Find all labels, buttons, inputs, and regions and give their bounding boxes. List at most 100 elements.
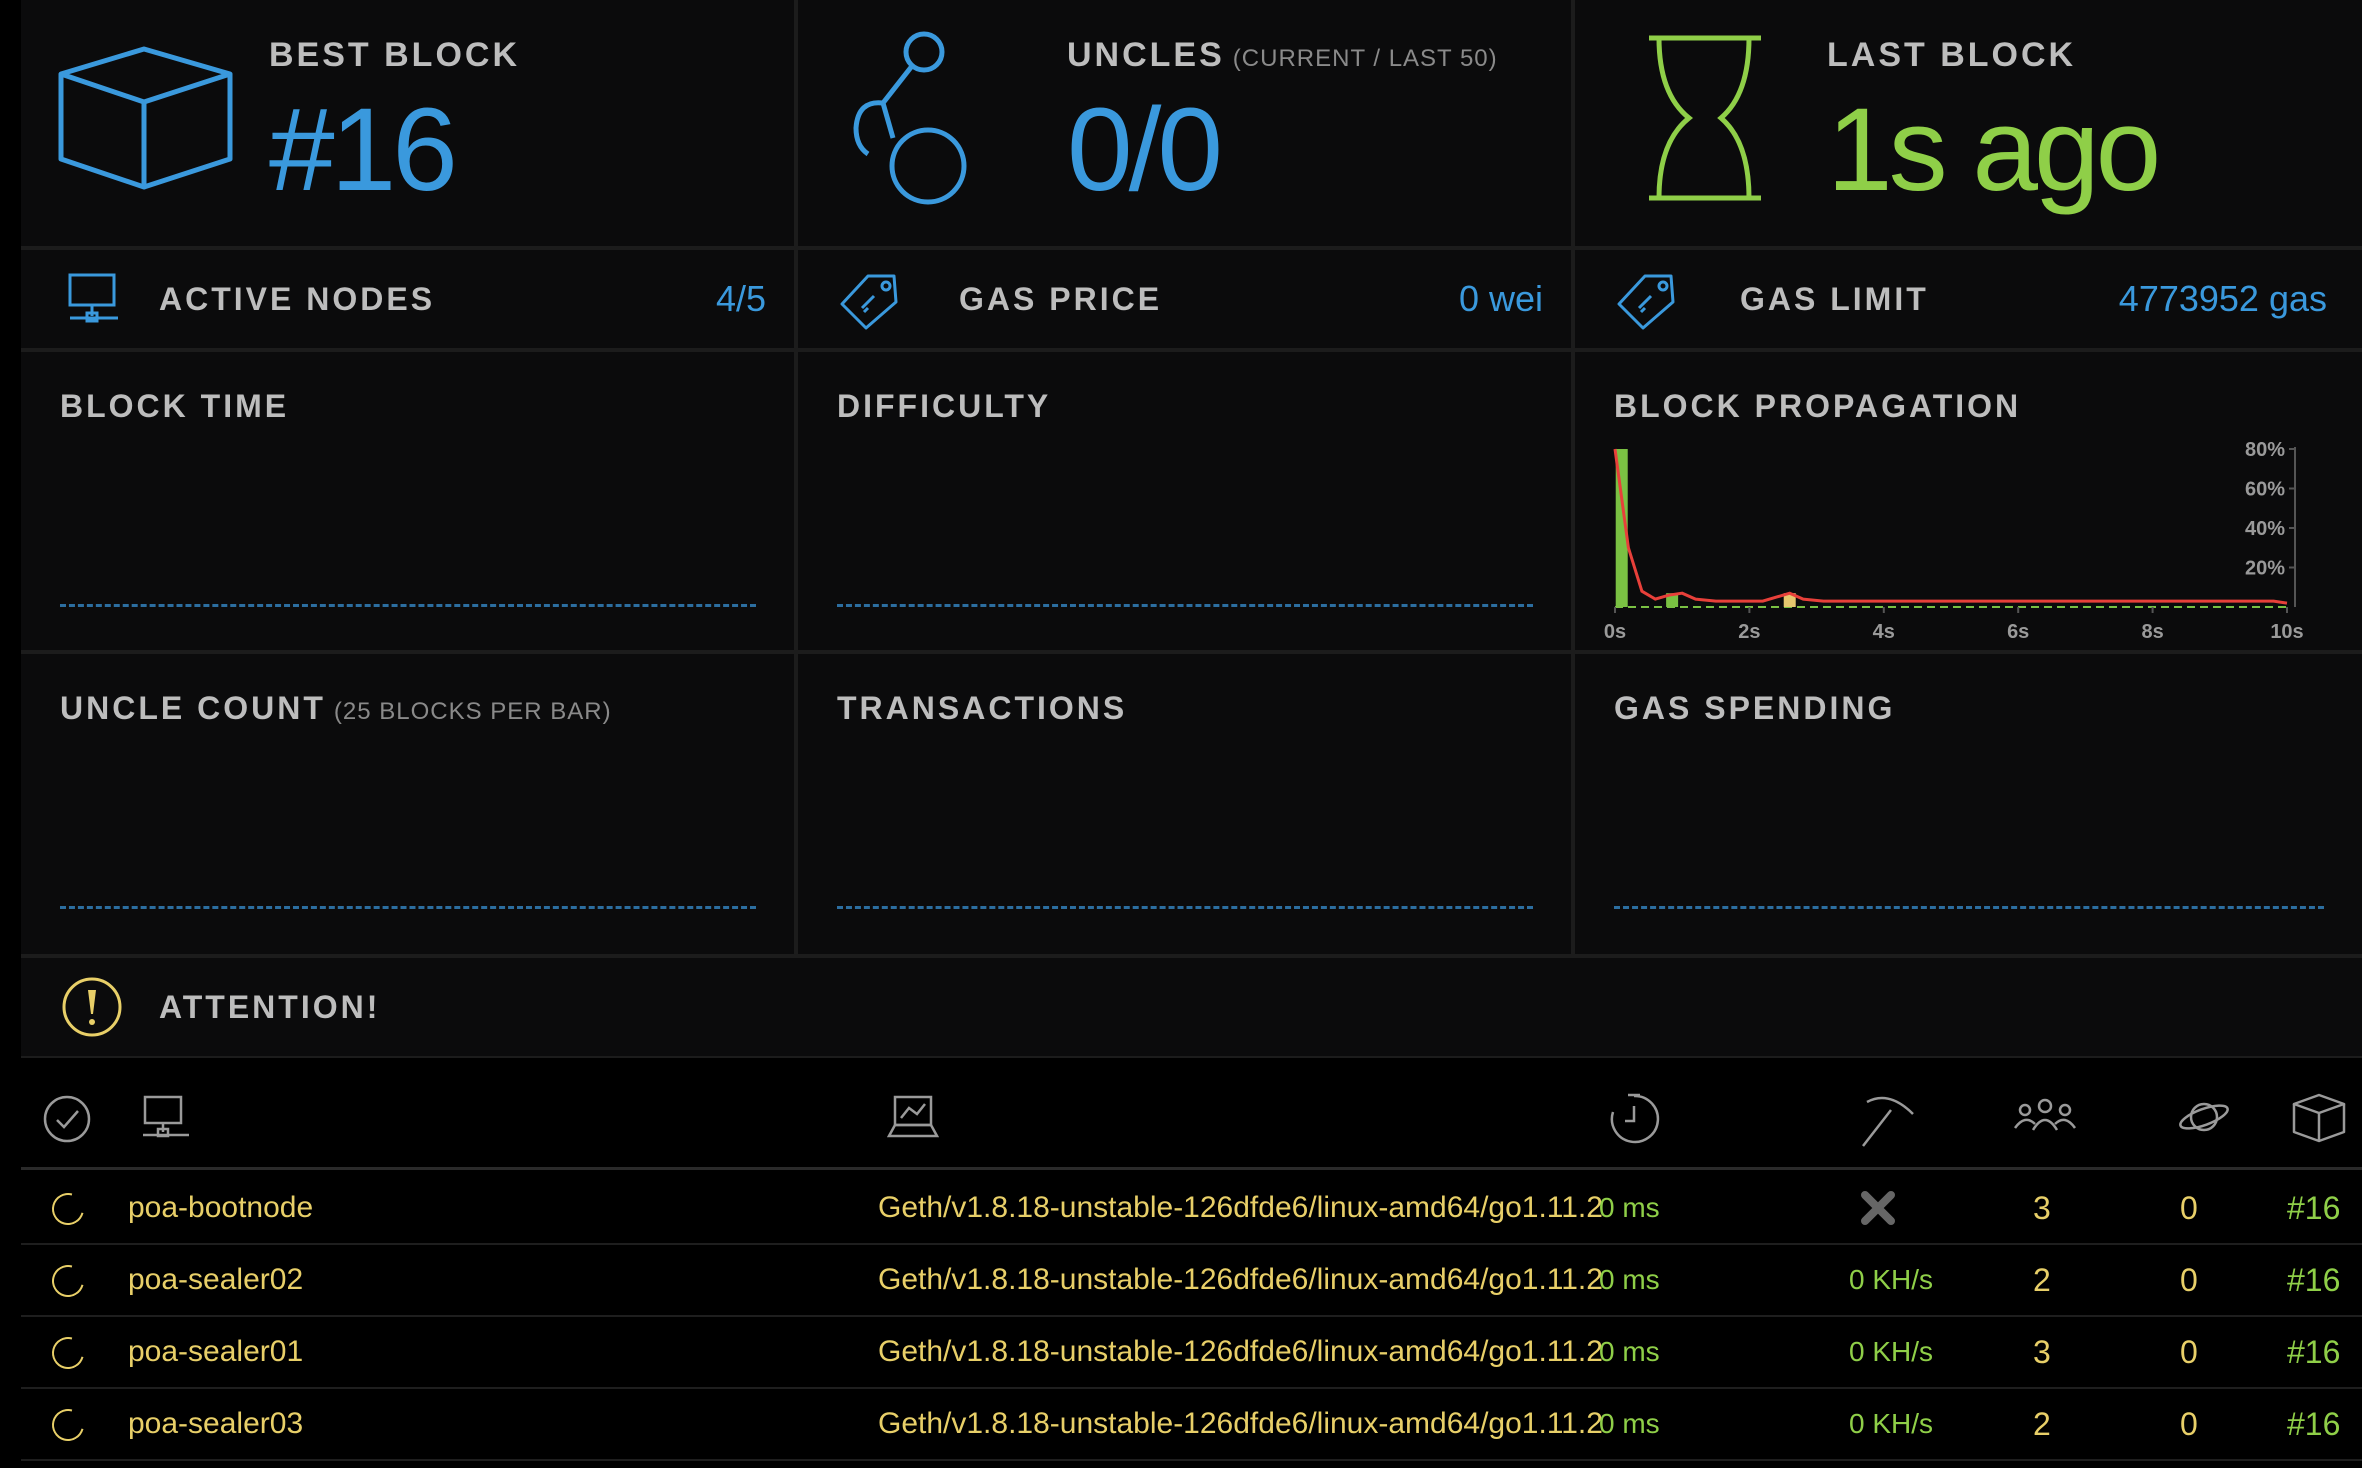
difficulty-chart (837, 604, 1533, 607)
table-row[interactable]: poa-sealer01 Geth/v1.8.18-unstable-126df… (21, 1317, 2362, 1389)
node-client: Geth/v1.8.18-unstable-126dfde6/linux-amd… (878, 1335, 1603, 1368)
node-hashrate: 0 KH/s (1849, 1264, 1934, 1295)
table-row[interactable]: poa-bootnode Geth/v1.8.18-unstable-126df… (21, 1173, 2362, 1245)
y-tick-label: 20% (2245, 558, 2285, 580)
node-latency: 0 ms (1599, 1336, 1660, 1367)
computer-icon (68, 273, 118, 323)
uncle-count-sublabel: (25 BLOCKS PER BAR) (333, 698, 612, 725)
cross-icon (1861, 1191, 1895, 1225)
node-latency: 0 ms (1599, 1192, 1660, 1223)
cube-icon (58, 46, 233, 190)
last-block-panel: LAST BLOCK 1s ago (1575, 0, 2362, 246)
uncles-sublabel: (CURRENT / LAST 50) (1232, 45, 1498, 72)
node-name[interactable]: poa-bootnode (128, 1173, 313, 1243)
node-pending: 0 (2180, 1190, 2198, 1226)
node-latency: 0 ms (1599, 1264, 1660, 1295)
node-name[interactable]: poa-sealer03 (128, 1389, 303, 1459)
gas-spending-panel: GAS SPENDING (1575, 654, 2362, 954)
uncle-count-chart (60, 906, 756, 909)
hourglass-icon (1649, 35, 1761, 201)
node-pending: 0 (2180, 1406, 2198, 1442)
check-circle-icon[interactable] (42, 1094, 92, 1144)
uncles-label: UNCLES (1067, 36, 1225, 74)
x-tick-label: 4s (1873, 621, 1895, 643)
block-time-chart (60, 604, 756, 607)
node-latency: 0 ms (1599, 1408, 1660, 1439)
status-icon (46, 1259, 90, 1303)
block-propagation-panel: BLOCK PROPAGATION 80% 60% 40% 20% 0s 2s 4s 6s 8s… (1575, 352, 2362, 650)
uncles-panel: UNCLES (CURRENT / LAST 50) 0/0 (798, 0, 1571, 246)
gas-price-panel: GAS PRICE 0 wei (798, 250, 1571, 348)
last-block-value: 1s ago (1827, 84, 2161, 216)
active-nodes-panel: ACTIVE NODES 4/5 (21, 250, 794, 348)
gas-limit-value: 4773952 gas (2118, 278, 2327, 319)
gas-limit-panel: GAS LIMIT 4773952 gas (1575, 250, 2362, 348)
y-tick-label: 60% (2245, 479, 2285, 501)
table-row[interactable]: poa-sealer03 Geth/v1.8.18-unstable-126df… (21, 1389, 2362, 1461)
propagation-curve (1613, 448, 2288, 605)
gas-spending-label: GAS SPENDING (1614, 690, 1896, 726)
cube-icon[interactable] (2291, 1092, 2347, 1144)
node-client: Geth/v1.8.18-unstable-126dfde6/linux-amd… (878, 1263, 1603, 1296)
node-block: #16 (2287, 1190, 2341, 1226)
table-row[interactable]: poa-sealer02 Geth/v1.8.18-unstable-126df… (21, 1245, 2362, 1317)
status-icon (46, 1331, 90, 1375)
x-tick-label: 8s (2141, 621, 2163, 643)
node-hashrate: 0 KH/s (1849, 1336, 1934, 1367)
node-peers: 3 (2033, 1190, 2051, 1226)
best-block-value: #16 (269, 84, 458, 216)
active-nodes-value: 4/5 (715, 278, 766, 319)
x-tick-label: 2s (1738, 621, 1760, 643)
node-block: #16 (2287, 1262, 2341, 1298)
node-name[interactable]: poa-sealer02 (128, 1245, 303, 1315)
peers-icon[interactable] (2013, 1096, 2077, 1136)
uncle-count-panel: UNCLE COUNT (25 BLOCKS PER BAR) (21, 654, 794, 954)
x-tick-label: 6s (2007, 621, 2029, 643)
block-time-label: BLOCK TIME (60, 388, 290, 424)
active-nodes-label: ACTIVE NODES (159, 281, 436, 317)
block-time-panel: BLOCK TIME (21, 352, 794, 650)
stats-grid: BEST BLOCK #16 UNCLES (CURRENT / LAST 50)… (21, 0, 2362, 1058)
tag-icon (840, 274, 898, 330)
node-peers: 3 (2033, 1334, 2051, 1370)
node-block: #16 (2287, 1406, 2341, 1442)
transactions-panel: TRANSACTIONS (798, 654, 1571, 954)
status-icon (46, 1403, 90, 1447)
difficulty-label: DIFFICULTY (837, 388, 1052, 424)
node-pending: 0 (2180, 1334, 2198, 1370)
node-hashrate: 0 KH/s (1849, 1408, 1934, 1439)
y-tick-label: 80% (2245, 439, 2285, 461)
gas-spending-chart (1614, 906, 2324, 909)
computer-icon[interactable] (141, 1094, 191, 1140)
block-propagation-chart: 80% 60% 40% 20% 0s 2s 4s 6s 8s 10s (1604, 439, 2304, 643)
gas-price-value: 0 wei (1458, 278, 1543, 319)
nodes-table-header (21, 1058, 2362, 1170)
uncle-count-label: UNCLE COUNT (60, 690, 326, 726)
node-client: Geth/v1.8.18-unstable-126dfde6/linux-amd… (878, 1191, 1603, 1224)
stopwatch-icon[interactable] (1607, 1092, 1661, 1146)
node-peers: 2 (2033, 1262, 2051, 1298)
warning-icon (62, 977, 122, 1037)
gas-price-label: GAS PRICE (959, 281, 1163, 317)
planet-icon[interactable] (2177, 1094, 2231, 1140)
node-pending: 0 (2180, 1262, 2198, 1298)
node-block: #16 (2287, 1334, 2341, 1370)
uncles-icon (853, 31, 967, 205)
node-name[interactable]: poa-sealer01 (128, 1317, 303, 1387)
laptop-icon[interactable] (887, 1094, 939, 1140)
node-peers: 2 (2033, 1406, 2051, 1442)
status-icon (46, 1187, 90, 1231)
uncles-value: 0/0 (1067, 84, 1223, 216)
attention-panel: ATTENTION! (21, 958, 2362, 1056)
best-block-panel: BEST BLOCK #16 (21, 0, 794, 246)
y-tick-label: 40% (2245, 518, 2285, 540)
difficulty-panel: DIFFICULTY (798, 352, 1571, 650)
transactions-label: TRANSACTIONS (837, 690, 1128, 726)
node-client: Geth/v1.8.18-unstable-126dfde6/linux-amd… (878, 1407, 1603, 1440)
pickaxe-icon[interactable] (1857, 1090, 1917, 1150)
gas-limit-label: GAS LIMIT (1740, 281, 1929, 317)
transactions-chart (837, 906, 1533, 909)
dashboard: BEST BLOCK #16 UNCLES (CURRENT / LAST 50)… (21, 0, 2362, 1468)
last-block-label: LAST BLOCK (1827, 36, 2077, 74)
best-block-label: BEST BLOCK (269, 36, 520, 74)
